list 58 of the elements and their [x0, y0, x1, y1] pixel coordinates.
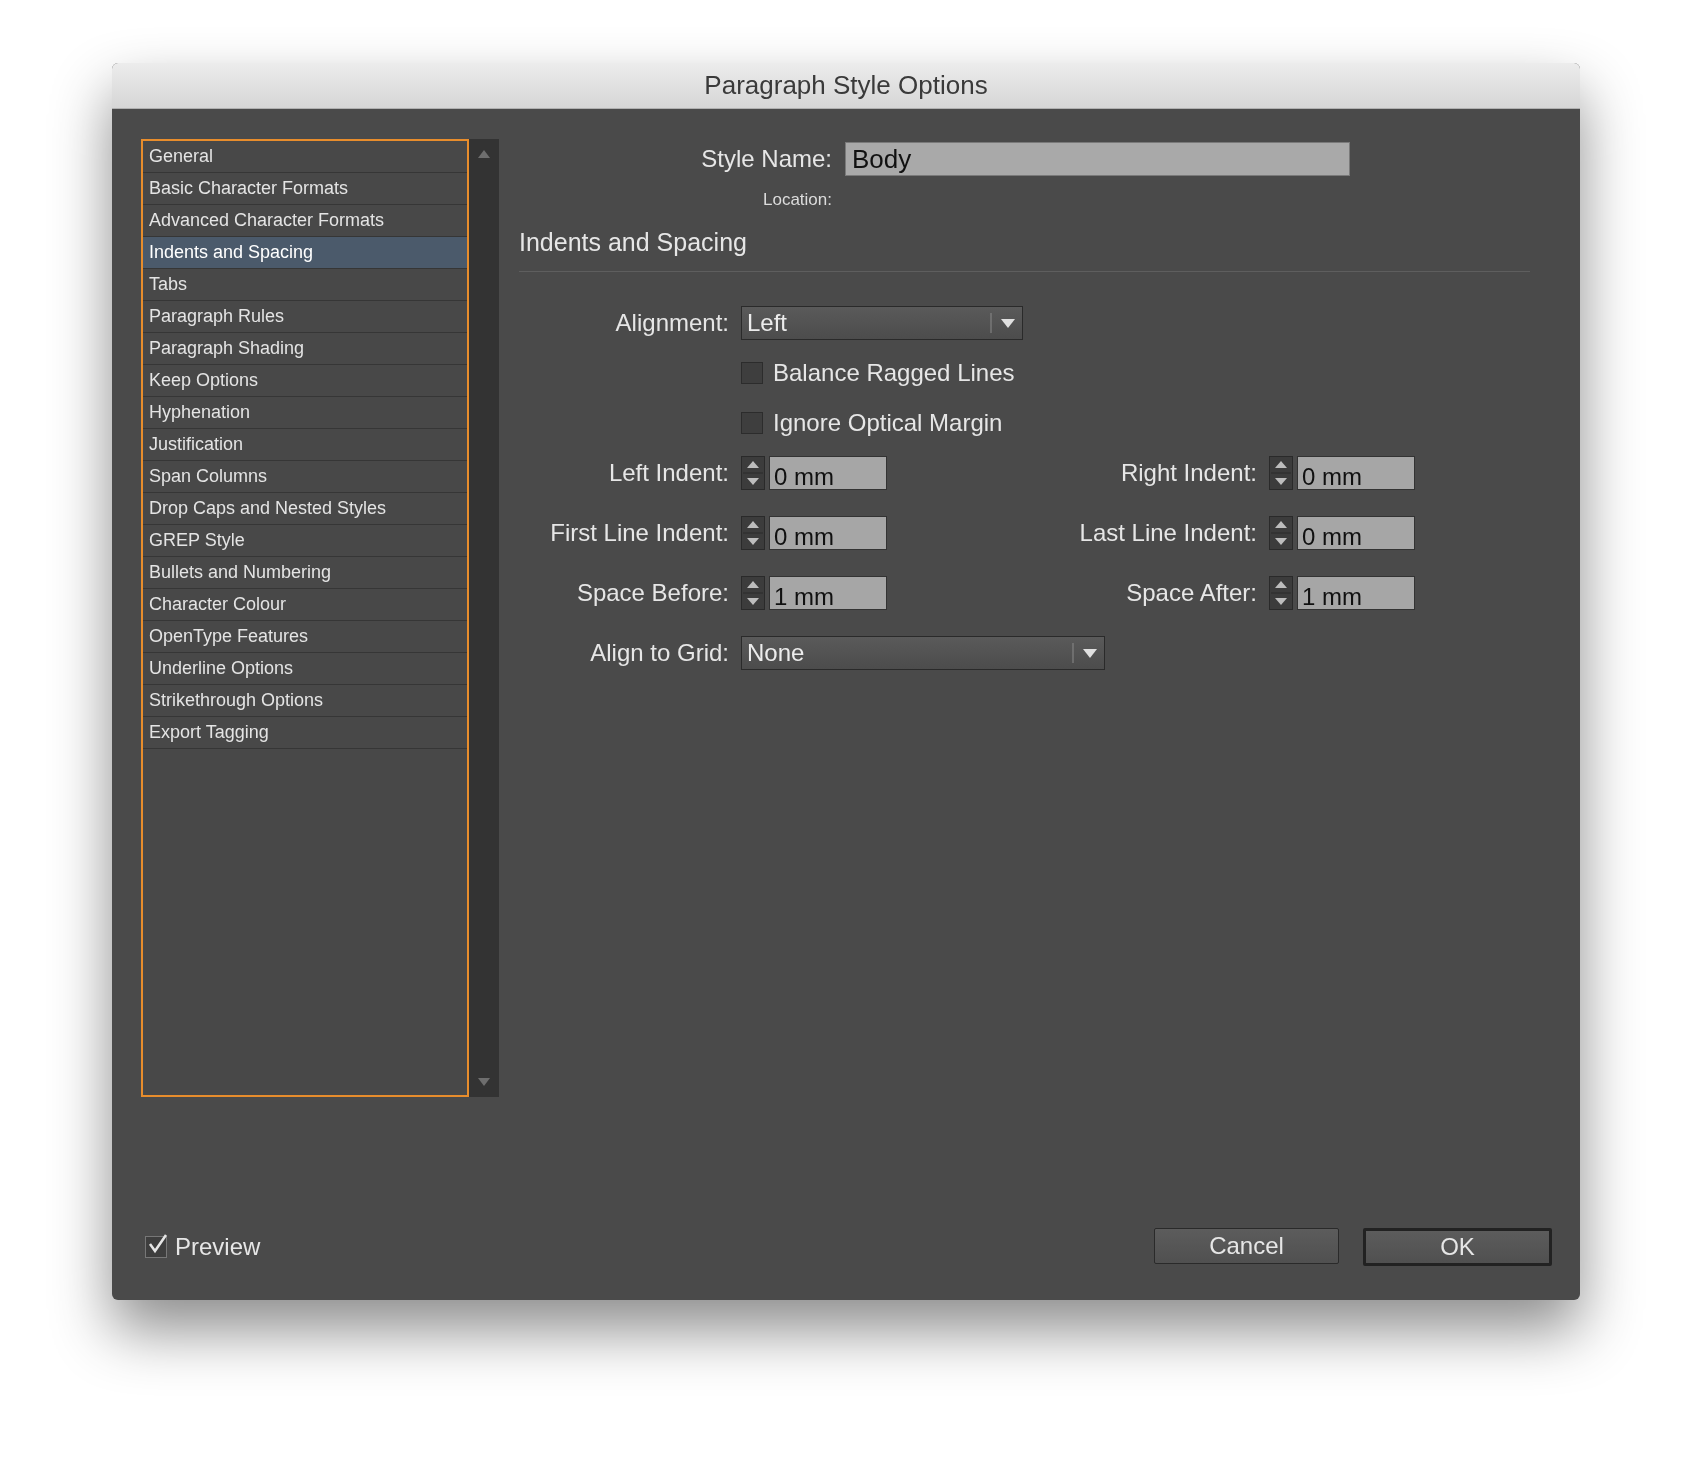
- category-item[interactable]: Strikethrough Options: [143, 685, 467, 717]
- stepper-icon: [741, 456, 765, 490]
- category-item[interactable]: Paragraph Shading: [143, 333, 467, 365]
- field-label: Left Indent:: [607, 459, 729, 487]
- dropdown[interactable]: Left: [741, 306, 1023, 340]
- number-field[interactable]: 0 mm: [1297, 516, 1415, 550]
- preview-checkbox[interactable]: [145, 1236, 167, 1258]
- checkbox-label: Ignore Optical Margin: [773, 409, 1003, 437]
- category-item[interactable]: General: [143, 141, 467, 173]
- category-item[interactable]: Hyphenation: [143, 397, 467, 429]
- category-item[interactable]: Keep Options: [143, 365, 467, 397]
- number-field[interactable]: 0 mm: [769, 456, 887, 490]
- category-item[interactable]: Underline Options: [143, 653, 467, 685]
- category-item[interactable]: Drop Caps and Nested Styles: [143, 493, 467, 525]
- stepper-icon: [1269, 576, 1293, 610]
- stepper-icon: [741, 576, 765, 610]
- category-item[interactable]: Paragraph Rules: [143, 301, 467, 333]
- stepper-icon: [1269, 516, 1293, 550]
- field-label: First Line Indent:: [549, 519, 729, 547]
- window-title: Paragraph Style Options: [704, 70, 988, 101]
- cancel-button[interactable]: Cancel: [1154, 1228, 1339, 1264]
- number-field[interactable]: 1 mm: [1297, 576, 1415, 610]
- category-item[interactable]: Indents and Spacing: [143, 237, 467, 269]
- checkbox-label: Balance Ragged Lines: [773, 359, 1015, 387]
- checkbox[interactable]: [741, 412, 763, 434]
- number-field[interactable]: 0 mm: [769, 516, 887, 550]
- category-item[interactable]: OpenType Features: [143, 621, 467, 653]
- ok-button[interactable]: OK: [1363, 1228, 1552, 1266]
- scroll-down-icon: [477, 1077, 491, 1087]
- field-label: Space Before:: [575, 579, 729, 607]
- dropdown[interactable]: None: [741, 636, 1105, 670]
- category-item[interactable]: GREP Style: [143, 525, 467, 557]
- field-label: Align to Grid:: [589, 639, 729, 667]
- style-name-field[interactable]: Body: [845, 142, 1350, 176]
- scroll-up-icon: [477, 149, 491, 159]
- section-heading: Indents and Spacing: [519, 228, 748, 257]
- dropdown-value: None: [747, 639, 805, 667]
- stepper-icon: [1269, 456, 1293, 490]
- category-item[interactable]: Tabs: [143, 269, 467, 301]
- category-item[interactable]: Justification: [143, 429, 467, 461]
- field-label: Alignment:: [614, 309, 729, 337]
- category-item[interactable]: Span Columns: [143, 461, 467, 493]
- category-item[interactable]: Character Colour: [143, 589, 467, 621]
- stepper-icon: [741, 516, 765, 550]
- number-field[interactable]: 1 mm: [769, 576, 887, 610]
- checkbox[interactable]: [741, 362, 763, 384]
- style-name-label: Style Name:: [700, 145, 832, 173]
- location-label: Location:: [762, 190, 832, 210]
- checkmark-icon: [146, 1233, 168, 1255]
- field-label: Right Indent:: [1119, 459, 1257, 487]
- category-item[interactable]: Bullets and Numbering: [143, 557, 467, 589]
- category-item[interactable]: Basic Character Formats: [143, 173, 467, 205]
- category-item[interactable]: Export Tagging: [143, 717, 467, 749]
- field-label: Space After:: [1125, 579, 1257, 607]
- dropdown-value: Left: [747, 309, 788, 337]
- number-field[interactable]: 0 mm: [1297, 456, 1415, 490]
- preview-label: Preview: [175, 1233, 261, 1261]
- field-label: Last Line Indent:: [1078, 519, 1257, 547]
